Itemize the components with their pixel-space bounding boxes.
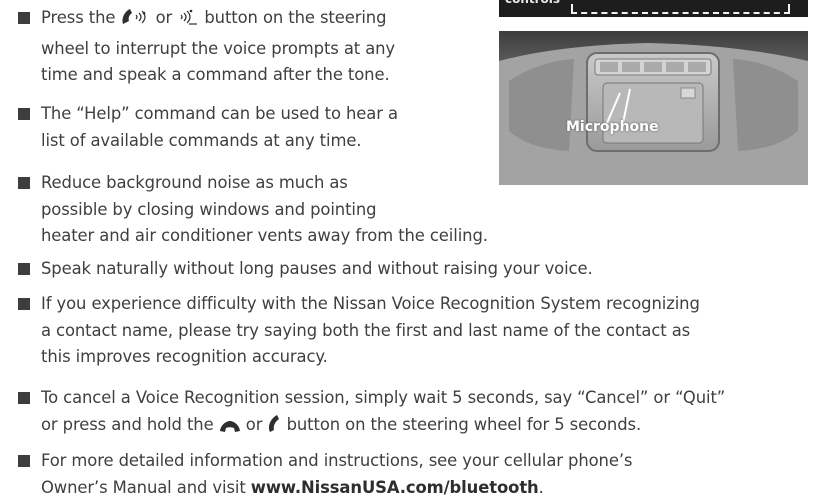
list-item: If you experience difficulty with the Ni… (18, 291, 700, 371)
item-text: Speak naturally without long pauses and … (41, 259, 593, 278)
item-text: wheel to interrupt the voice prompts at … (41, 38, 396, 58)
list-item: Reduce background noise as much as possi… (18, 170, 488, 250)
item-text: The “Help” command can be used to hear a (41, 104, 398, 123)
microphone-label: Microphone (566, 119, 659, 135)
bullet-square (18, 263, 30, 275)
item-text: time and speak a command after the tone. (41, 65, 390, 84)
item-text: Press the (41, 8, 121, 27)
item-text: or press and hold the (41, 414, 219, 434)
item-text: To cancel a Voice Recognition session, s… (41, 388, 726, 407)
list-item: To cancel a Voice Recognition session, s… (18, 385, 725, 442)
bullet-square (18, 455, 30, 467)
item-text: this improves recognition accuracy. (41, 347, 328, 366)
hang-up-icon (219, 416, 241, 443)
item-text: button on the steering (199, 8, 387, 27)
item-text: button on the steering wheel for 5 secon… (281, 414, 642, 434)
item-text: or (240, 414, 268, 434)
figure-caption: controls (505, 0, 560, 6)
item-text: If you experience difficulty with the Ni… (41, 294, 700, 313)
bullet-square (18, 298, 30, 310)
item-text: heater and air conditioner vents away fr… (41, 226, 488, 245)
item-text: or (150, 8, 178, 27)
item-text: possible by closing windows and pointing (41, 199, 377, 219)
bullet-square (18, 177, 30, 189)
list-item: Press the or button on the steering whee… (18, 5, 395, 89)
bullet-square (18, 12, 30, 24)
list-item: The “Help” command can be used to hear a… (18, 101, 398, 154)
steering-controls-figure: controls (499, 0, 808, 17)
list-item: For more detailed information and instru… (18, 448, 632, 501)
item-text: a contact name, please try saying both t… (41, 320, 691, 340)
list-item: Speak naturally without long pauses and … (18, 256, 593, 283)
bullet-square (18, 392, 30, 404)
voice-icon (177, 7, 199, 36)
overhead-console-illustration (499, 31, 808, 185)
website-link[interactable]: www.NissanUSA.com/bluetooth (251, 478, 539, 497)
item-text: Owner’s Manual and visit (41, 477, 251, 497)
microphone-figure: Microphone (499, 31, 808, 185)
item-text: Reduce background noise as much as (41, 173, 348, 192)
phone-icon (267, 414, 281, 443)
item-text: For more detailed information and instru… (41, 451, 633, 470)
callout-bracket (571, 4, 790, 14)
item-text: list of available commands at any time. (41, 130, 362, 150)
item-text: . (538, 477, 544, 497)
phone-voice-icon (120, 7, 150, 36)
bullet-square (18, 108, 30, 120)
